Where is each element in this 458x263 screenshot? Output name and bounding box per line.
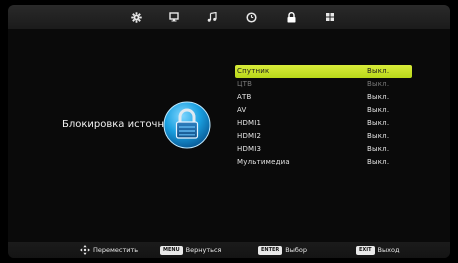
menu-label: Вернуться bbox=[185, 246, 222, 254]
source-label: AV bbox=[237, 106, 247, 114]
source-item-hdmi3[interactable]: HDMI3 Выкл. bbox=[235, 143, 412, 156]
move-hint: Переместить bbox=[80, 242, 138, 258]
tv-menu-screen: Блокировка источн... Спутник Выкл. ЦТВ В… bbox=[0, 0, 458, 263]
source-value: Выкл. bbox=[367, 93, 390, 101]
source-value: Выкл. bbox=[367, 106, 390, 114]
source-value: Выкл. bbox=[367, 132, 390, 140]
source-item-atv[interactable]: АТВ Выкл. bbox=[235, 91, 412, 104]
move-label: Переместить bbox=[93, 246, 139, 254]
lock-badge-icon bbox=[163, 101, 211, 149]
exit-key-badge: EXIT bbox=[356, 245, 375, 255]
source-label: HDMI3 bbox=[237, 145, 262, 153]
enter-label: Выбор bbox=[285, 246, 307, 254]
source-value: Выкл. bbox=[367, 80, 390, 88]
source-label: HDMI1 bbox=[237, 119, 262, 127]
grid-apps-icon[interactable] bbox=[320, 5, 340, 29]
clock-icon[interactable] bbox=[241, 5, 261, 29]
source-label: АТВ bbox=[237, 93, 252, 101]
lock-icon[interactable] bbox=[281, 5, 301, 29]
menu-key-badge: MENU bbox=[160, 245, 183, 255]
source-label: Мультимедиа bbox=[237, 158, 290, 166]
source-label: ЦТВ bbox=[237, 80, 253, 88]
exit-label: Выход bbox=[377, 246, 400, 254]
exit-hint: EXIT Выход bbox=[356, 242, 399, 258]
source-item-dtv[interactable]: ЦТВ Выкл. bbox=[235, 78, 412, 91]
source-value: Выкл. bbox=[367, 67, 390, 75]
source-label: HDMI2 bbox=[237, 132, 262, 140]
top-menu-bar bbox=[8, 5, 450, 29]
source-item-multimedia[interactable]: Мультимедиа Выкл. bbox=[235, 156, 412, 169]
footer-hint-bar: Переместить MENU Вернуться ENTER Выбор E… bbox=[8, 242, 450, 258]
move-arrows-icon bbox=[80, 245, 90, 255]
settings-gear-icon[interactable] bbox=[126, 5, 146, 29]
enter-hint: ENTER Выбор bbox=[258, 242, 307, 258]
page-title: Блокировка источн... bbox=[62, 119, 174, 130]
menu-hint: MENU Вернуться bbox=[160, 242, 221, 258]
source-value: Выкл. bbox=[367, 119, 390, 127]
source-lock-list: Спутник Выкл. ЦТВ Выкл. АТВ Выкл. AV Вык… bbox=[235, 65, 412, 169]
source-item-hdmi2[interactable]: HDMI2 Выкл. bbox=[235, 130, 412, 143]
source-label: Спутник bbox=[237, 67, 270, 75]
enter-key-badge: ENTER bbox=[258, 245, 283, 255]
source-item-av[interactable]: AV Выкл. bbox=[235, 104, 412, 117]
source-item-hdmi1[interactable]: HDMI1 Выкл. bbox=[235, 117, 412, 130]
monitor-icon[interactable] bbox=[164, 5, 184, 29]
source-value: Выкл. bbox=[367, 158, 390, 166]
music-note-icon[interactable] bbox=[202, 5, 222, 29]
source-item-sputnik[interactable]: Спутник Выкл. bbox=[235, 65, 412, 78]
source-value: Выкл. bbox=[367, 145, 390, 153]
